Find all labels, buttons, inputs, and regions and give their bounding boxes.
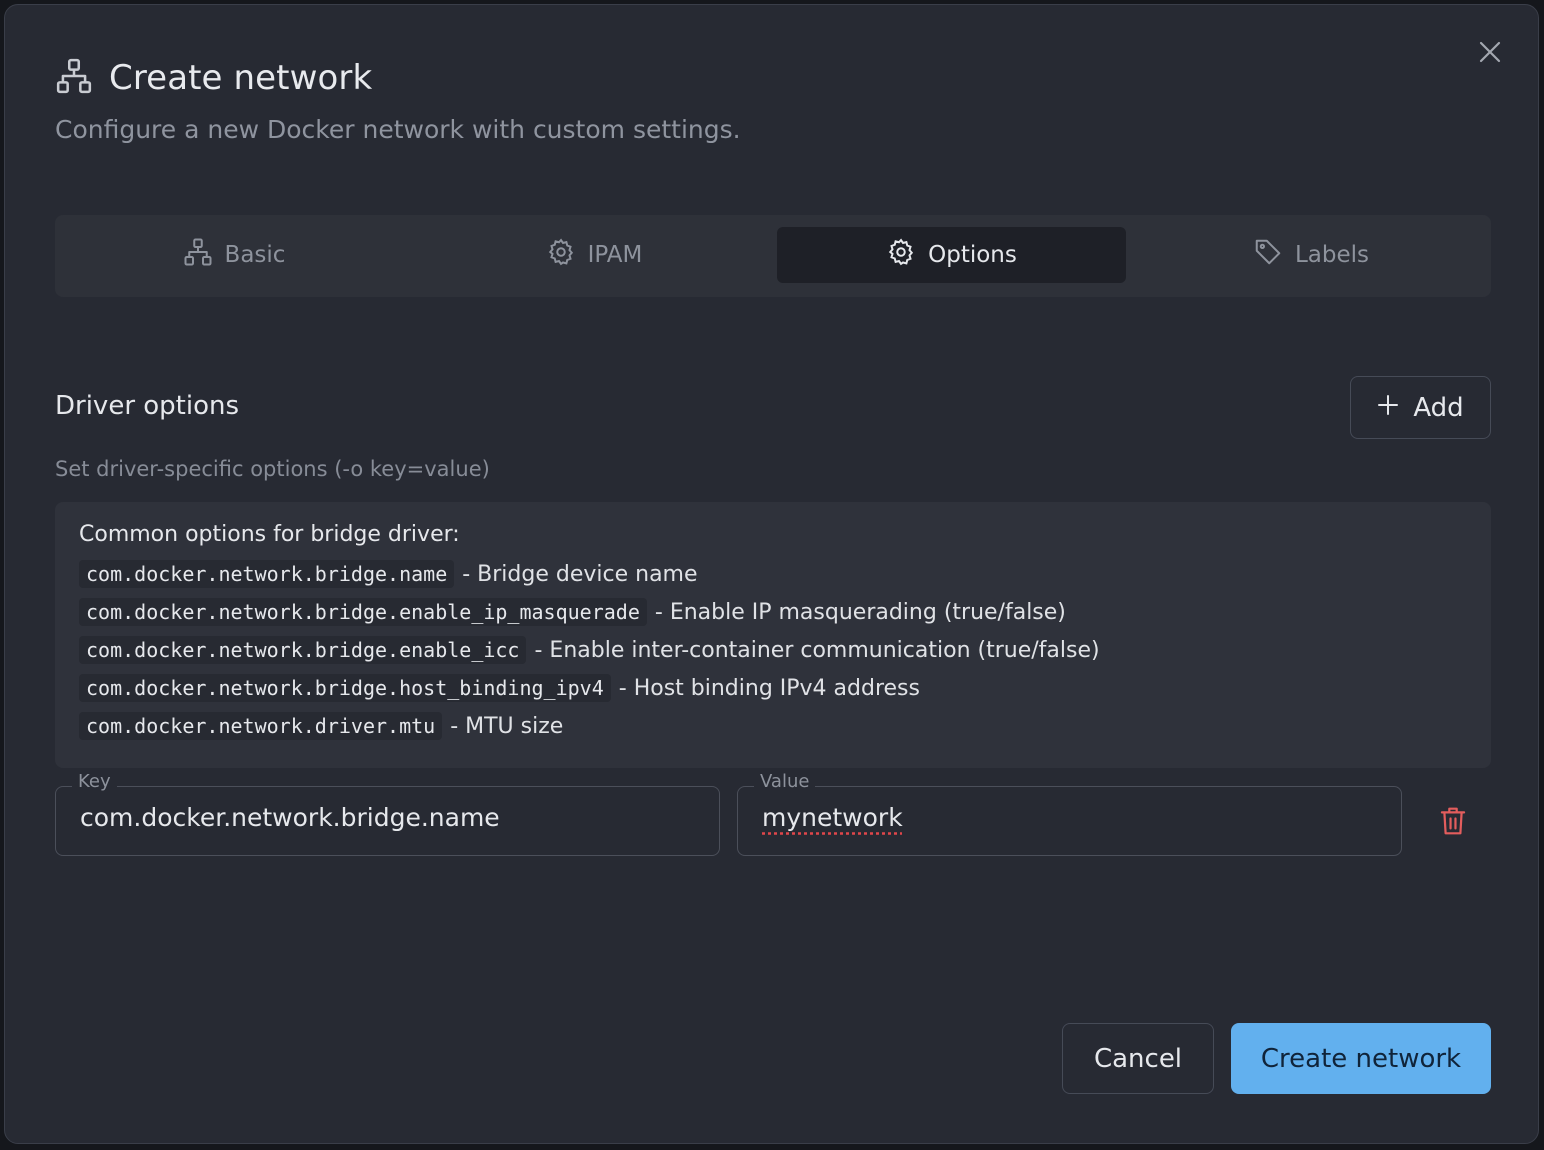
option-description: - Bridge device name: [462, 561, 698, 587]
option-key-code: com.docker.network.bridge.enable_ip_masq…: [79, 598, 647, 626]
trash-icon: [1438, 807, 1468, 841]
gear-icon: [886, 237, 916, 273]
option-key-code: com.docker.network.driver.mtu: [79, 712, 443, 740]
driver-options-title: Driver options: [55, 391, 240, 421]
tab-label: Labels: [1294, 242, 1370, 268]
gear-icon: [546, 237, 576, 273]
help-item: com.docker.network.bridge.enable_ip_masq…: [79, 593, 1467, 631]
create-network-dialog: Create network Configure a new Docker ne…: [4, 4, 1539, 1144]
driver-options-subtitle: Set driver-specific options (-o key=valu…: [55, 457, 490, 481]
tab-basic[interactable]: Basic: [55, 227, 413, 283]
options-help-box: Common options for bridge driver: com.do…: [55, 502, 1491, 768]
help-item: com.docker.network.bridge.name - Bridge …: [79, 555, 1467, 593]
option-key-code: com.docker.network.bridge.enable_icc: [79, 636, 527, 664]
network-icon: [183, 237, 213, 273]
tab-options[interactable]: Options: [777, 227, 1126, 283]
tab-label: Basic: [224, 242, 286, 268]
help-item: com.docker.network.bridge.enable_icc - E…: [79, 631, 1467, 669]
close-icon: [1479, 41, 1501, 67]
tab-bar: Basic IPAM Options Labels: [55, 215, 1491, 297]
option-description: - Enable inter-container communication (…: [534, 637, 1100, 663]
option-description: - MTU size: [450, 713, 564, 739]
option-value-field[interactable]: Value mynetwork: [737, 771, 1402, 856]
help-title: Common options for bridge driver:: [79, 522, 460, 547]
dialog-subtitle: Configure a new Docker network with cust…: [55, 115, 741, 144]
value-input[interactable]: mynetwork: [762, 803, 1385, 832]
option-key-code: com.docker.network.bridge.host_binding_i…: [79, 674, 611, 702]
create-network-button[interactable]: Create network: [1231, 1023, 1491, 1094]
option-key-code: com.docker.network.bridge.name: [79, 560, 455, 588]
add-label: Add: [1413, 392, 1464, 423]
value-text: mynetwork: [762, 803, 903, 832]
key-input[interactable]: com.docker.network.bridge.name: [80, 803, 703, 832]
option-description: - Host binding IPv4 address: [618, 675, 920, 701]
plus-icon: [1377, 393, 1399, 423]
tab-label: IPAM: [587, 242, 643, 268]
tab-labels[interactable]: Labels: [1131, 227, 1491, 283]
network-icon: [55, 57, 93, 99]
add-option-button[interactable]: Add: [1350, 376, 1491, 439]
delete-option-button[interactable]: [1438, 805, 1468, 841]
dialog-header: Create network: [55, 57, 372, 99]
cancel-button[interactable]: Cancel: [1062, 1023, 1214, 1094]
help-item: com.docker.network.bridge.host_binding_i…: [79, 669, 1467, 707]
dialog-title: Create network: [109, 58, 373, 98]
key-label: Key: [72, 771, 117, 792]
value-label: Value: [754, 771, 816, 792]
close-button[interactable]: [1475, 39, 1505, 69]
tab-label: Options: [928, 242, 1017, 268]
option-description: - Enable IP masquerading (true/false): [654, 599, 1066, 625]
tag-icon: [1253, 237, 1283, 273]
option-key-field[interactable]: Key com.docker.network.bridge.name: [55, 771, 720, 856]
help-item: com.docker.network.driver.mtu - MTU size: [79, 707, 1467, 745]
tab-ipam[interactable]: IPAM: [413, 227, 775, 283]
